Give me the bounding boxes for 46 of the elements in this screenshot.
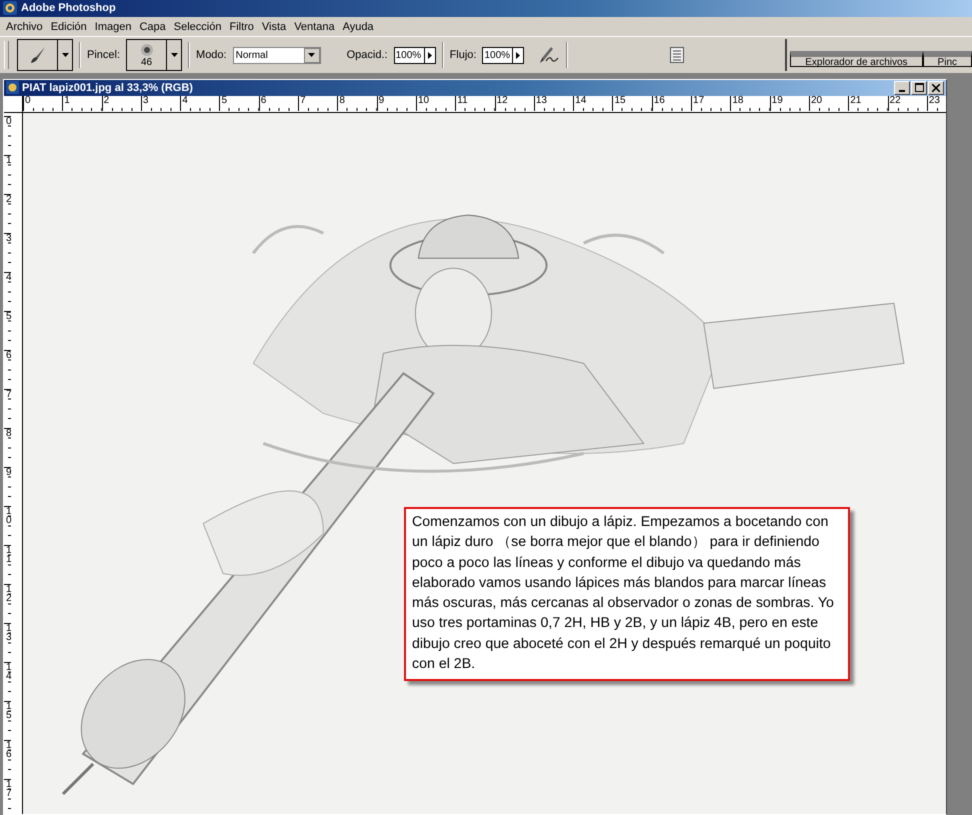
menu-item[interactable]: Filtro [225,20,258,33]
airbrush-icon[interactable] [538,45,560,66]
opacity-label: Opacid.: [346,49,388,62]
ruler-label: 15 [612,96,652,111]
window-title: Adobe Photoshop [21,2,116,14]
minimize-icon [899,90,905,92]
mode-label: Modo: [196,49,227,62]
maximize-button[interactable] [911,80,927,95]
ruler-label: 21 [848,96,888,111]
mode-select[interactable]: Normal [232,46,321,64]
ruler-label: 0 [23,96,62,111]
ruler-label: 7 [298,96,338,111]
palette-tab[interactable]: Explorador de archivos [790,51,923,68]
ruler-label: 1 [62,96,102,111]
menu-item[interactable]: Vista [258,20,290,33]
caret-icon [308,53,316,58]
annotation-text: Comenzamos con un dibujo a lápiz. Empezamos a bocetando con un lápiz duro （se borra mejor que el blando） para ir definiendo poco a poco las líneas y conforme el dibujo va quedando más elaborado vamos usando lápices más blandos para marcar líneas más oscuras, más cercanas al observador o zonas de sombras. Yo uso tres portaminas 0,7 2H, HB y 2B, y un lápiz 4B, pero en este dibujo creo que aboceté con el 2H y después remarqué un poquito con el 2B. [404,506,850,682]
ruler-label: 8 [337,96,377,111]
document-title: PIAT lapiz001.jpg al 33,3% (RGB) [22,82,193,94]
menu-item[interactable]: Ventana [290,20,339,33]
caret-icon [62,53,68,58]
menu-item[interactable]: Imagen [90,20,136,33]
flow-label: Flujo: [450,49,476,62]
maximize-icon [914,83,924,92]
menu-item[interactable]: Selección [170,20,226,33]
palette-tab[interactable]: Pinc [922,51,972,68]
document-icon [6,81,19,94]
ruler-label: 18 [730,96,770,111]
ruler-label: 14 [573,96,612,111]
minimize-button[interactable] [894,80,910,95]
brush-label: Pincel: [87,49,120,62]
ruler-label: 17 [691,96,730,111]
ruler-label: 10 [416,96,456,111]
close-icon [932,84,940,92]
ruler-label: 4 [180,96,220,111]
close-button[interactable] [928,80,944,95]
caret-icon [170,53,178,58]
menu-item[interactable]: Edición [46,20,91,33]
ruler-label: 11 [455,96,495,111]
app-icon [3,1,17,16]
ruler-label: 5 [219,96,259,111]
menu-item[interactable]: Capa [135,20,170,33]
menu-item[interactable]: Archivo [2,20,47,33]
brush-tip-icon [140,42,154,57]
palette-icon[interactable] [670,47,684,64]
menu-item[interactable]: Ayuda [338,20,378,33]
